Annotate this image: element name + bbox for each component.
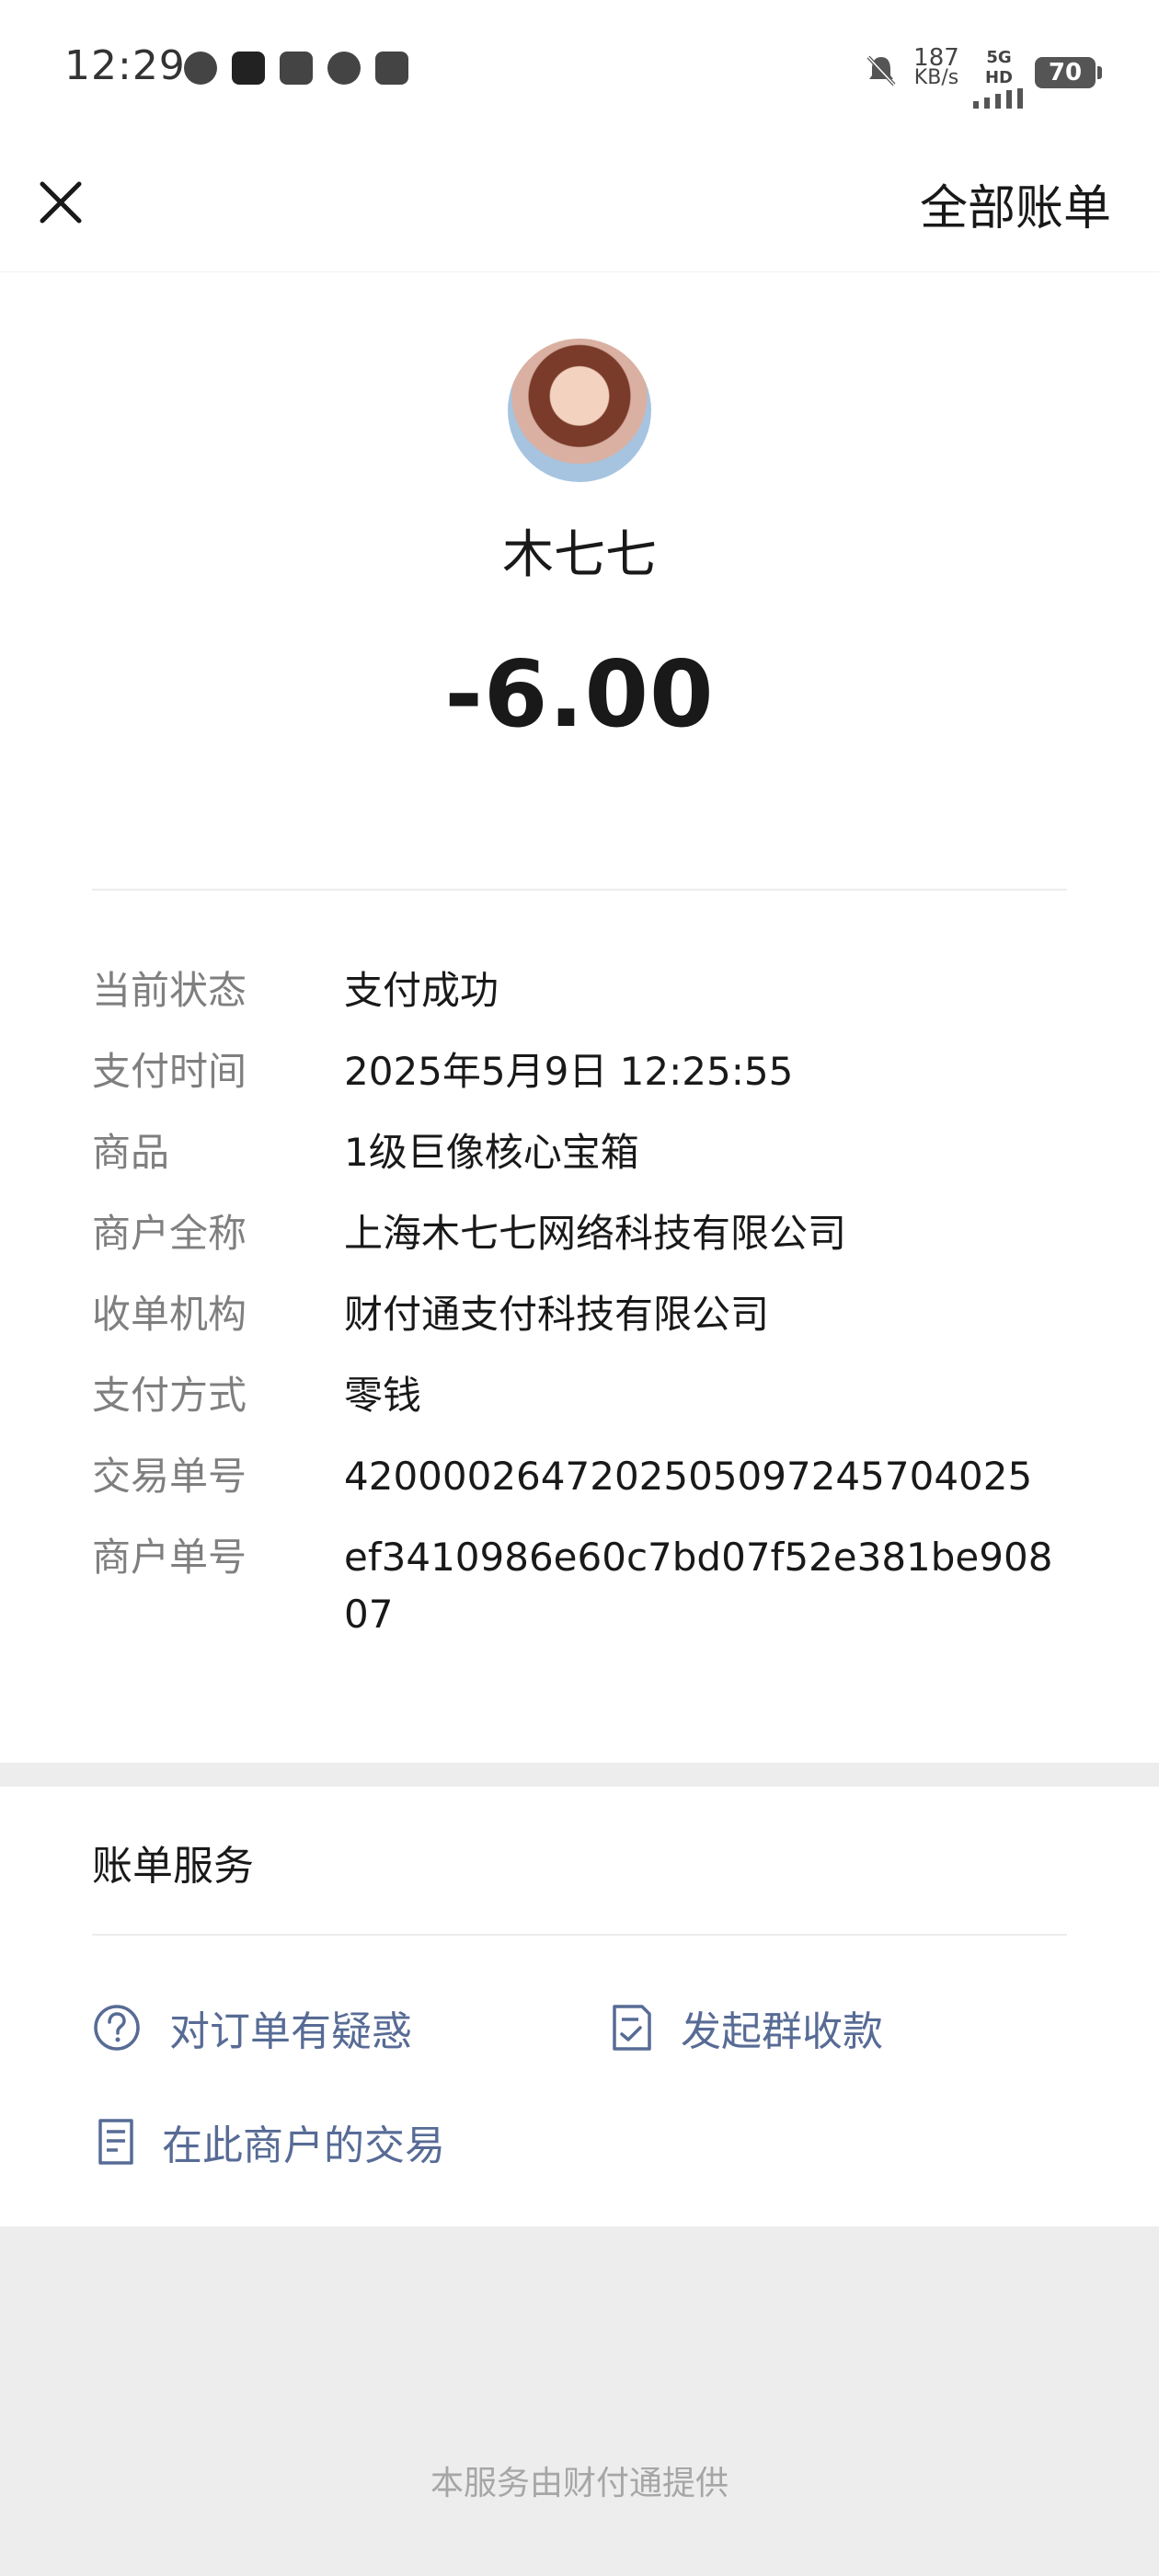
close-icon	[40, 181, 82, 224]
bill-service-section: 账单服务 对订单有疑惑 发起群收款 在此商户的交易	[0, 1787, 1159, 2226]
service-provider-note: 本服务由财付通提供	[430, 2465, 729, 2502]
checklist-icon	[613, 2005, 651, 2051]
detail-label: 当前状态	[92, 968, 247, 1013]
mute-bell-icon	[866, 55, 896, 86]
network-type-label: 5G HD	[984, 48, 1013, 87]
detail-value: 零钱	[344, 1373, 422, 1418]
order-question-label: 对订单有疑惑	[169, 2008, 412, 2055]
network-speed-unit: KB/s	[913, 66, 959, 89]
detail-label: 商户单号	[92, 1535, 247, 1580]
battery-indicator: 70	[1035, 57, 1102, 88]
section-gap	[0, 1763, 1159, 1787]
telegram-icon	[280, 52, 313, 85]
order-question-link[interactable]: 对订单有疑惑	[92, 1998, 412, 2057]
bill-service-title: 账单服务	[92, 1843, 254, 1890]
detail-value: 支付成功	[344, 968, 499, 1013]
divider	[92, 889, 1067, 891]
document-icon	[98, 2119, 133, 2165]
detail-label: 支付方式	[92, 1373, 247, 1418]
network-type: 5G HD	[971, 48, 1027, 113]
detail-value: 上海木七七网络科技有限公司	[344, 1211, 847, 1256]
all-bills-link[interactable]: 全部账单	[920, 169, 1111, 238]
transaction-detail-card: 木七七 -6.00 当前状态 支付成功 支付时间 2025年5月9日 12:25…	[0, 272, 1159, 1763]
group-collect-link[interactable]: 发起群收款	[611, 1998, 883, 2057]
status-time: 12:29	[64, 42, 186, 89]
detail-value: 财付通支付科技有限公司	[344, 1292, 770, 1337]
merchant-name: 木七七	[502, 525, 657, 585]
detail-value: 2025年5月9日 12:25:55	[344, 1049, 794, 1094]
detail-value: 1级巨像核心宝箱	[344, 1130, 639, 1175]
divider	[92, 1934, 1067, 1936]
detail-label: 商品	[92, 1130, 170, 1175]
detail-value[interactable]: 4200002647202505097245704025	[344, 1448, 1067, 1505]
notification-app-icon	[184, 52, 217, 85]
transaction-amount: -6.00	[444, 640, 715, 748]
top-navigation-bar: 全部账单	[0, 138, 1159, 272]
network-speed-value: 187	[913, 44, 959, 72]
signal-icon	[973, 88, 1023, 109]
notification-app-icon	[232, 52, 265, 85]
group-collect-label: 发起群收款	[681, 2008, 883, 2055]
play-icon	[375, 52, 408, 85]
detail-label: 商户全称	[92, 1211, 247, 1256]
network-speed: 187 KB/s	[911, 44, 962, 89]
close-button[interactable]	[33, 175, 88, 230]
detail-label: 交易单号	[92, 1454, 247, 1499]
detail-label: 支付时间	[92, 1049, 247, 1094]
detail-label: 收单机构	[92, 1292, 247, 1337]
link-icon	[327, 52, 361, 85]
merchant-history-label: 在此商户的交易	[162, 2122, 445, 2169]
merchant-history-link[interactable]: 在此商户的交易	[98, 2112, 445, 2171]
merchant-avatar	[508, 339, 651, 482]
status-bar: 12:29 187 KB/s 5G HD 70	[0, 0, 1159, 138]
question-circle-icon	[94, 2005, 140, 2051]
detail-value[interactable]: ef3410986e60c7bd07f52e381be90807	[344, 1529, 1067, 1643]
